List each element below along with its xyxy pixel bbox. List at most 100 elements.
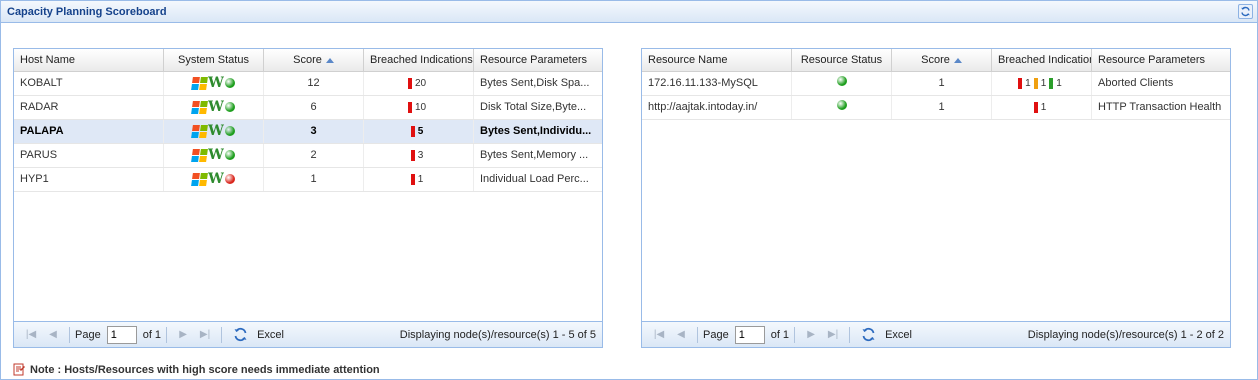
breach-count: 10 — [414, 102, 427, 113]
table-row[interactable]: KOBALT W 12 20 Bytes Sent,Disk Spa... — [14, 72, 602, 96]
next-page-icon[interactable]: ▶ — [175, 327, 191, 343]
params-cell: Disk Total Size,Byte... — [480, 101, 587, 113]
breach-count: 5 — [417, 126, 424, 137]
score-cell: 2 — [264, 144, 364, 167]
system-status-cell: W — [164, 144, 264, 167]
page-number-input[interactable] — [106, 325, 137, 344]
pager-separator — [697, 326, 698, 343]
first-page-icon[interactable]: |◀ — [651, 327, 667, 343]
resource-name-cell[interactable]: http://aajtak.intoday.in/ — [642, 96, 792, 119]
prev-page-icon[interactable]: ◀ — [673, 327, 689, 343]
hosts-grid-body: KOBALT W 12 20 Bytes Sent,Disk Spa... RADAR W 6… — [14, 72, 602, 192]
col-system-status[interactable]: System Status — [164, 49, 264, 72]
score-cell: 1 — [892, 96, 992, 119]
last-page-icon[interactable]: ▶| — [825, 327, 841, 343]
breach-count: 1 — [1025, 78, 1031, 89]
hosts-grid: Host Name System Status Score Breached I… — [13, 48, 603, 348]
breach-count: 20 — [414, 78, 427, 89]
col-breached-indications[interactable]: Breached Indications — [992, 49, 1092, 72]
pager-separator — [166, 326, 168, 343]
col-resource-name[interactable]: Resource Name — [642, 49, 792, 72]
status-dot-icon — [224, 174, 235, 185]
page-count: of 1 — [770, 328, 790, 341]
breach-bar — [407, 78, 412, 89]
table-row[interactable]: http://aajtak.intoday.in/1 1 HTTP Transact… — [642, 96, 1230, 120]
panel-header: Capacity Planning Scoreboard — [1, 1, 1257, 23]
first-page-icon[interactable]: |◀ — [23, 327, 39, 343]
system-status-icons: W — [191, 148, 235, 162]
breached-cell: 111 — [992, 72, 1092, 95]
breach-bar — [410, 150, 415, 161]
prev-page-icon[interactable]: ◀ — [45, 327, 61, 343]
breach-count: 1 — [417, 174, 424, 185]
breached-cell: 3 — [364, 144, 474, 167]
resource-name-cell[interactable]: 172.16.11.133-MySQL — [642, 72, 792, 95]
resources-grid-header: Resource Name Resource Status Score Brea… — [642, 49, 1230, 72]
windows-os-icon — [191, 100, 209, 114]
breached-cell: 20 — [364, 72, 474, 95]
status-dot-icon — [224, 102, 235, 113]
breach-count: 1 — [1056, 78, 1062, 89]
display-summary: Displaying node(s)/resource(s) 1 - 5 of … — [399, 328, 596, 341]
sort-ascending-icon — [953, 57, 962, 63]
page-label: Page — [75, 328, 101, 341]
breach-count: 3 — [417, 150, 424, 161]
table-row[interactable]: RADAR W 6 10 Disk Total Size,Byte... — [14, 96, 602, 120]
breach-bar — [1033, 78, 1038, 89]
col-resource-parameters[interactable]: Resource Parameters — [474, 49, 602, 72]
attention-note: Note : Hosts/Resources with high score n… — [13, 363, 380, 376]
last-page-icon[interactable]: ▶| — [197, 327, 213, 343]
host-name-cell[interactable]: PARUS — [14, 144, 164, 167]
col-score[interactable]: Score — [892, 49, 992, 72]
hosts-grid-header: Host Name System Status Score Breached I… — [14, 49, 602, 72]
host-name-cell[interactable]: HYP1 — [14, 168, 164, 191]
table-row[interactable]: PALAPA W 3 5 Bytes Sent,Individu... — [14, 120, 602, 144]
w-agent-icon: W — [208, 171, 224, 188]
status-dot-icon — [836, 100, 847, 110]
host-name-cell[interactable]: RADAR — [14, 96, 164, 119]
score-cell: 1 — [892, 72, 992, 95]
status-dot-icon — [836, 76, 847, 86]
params-cell: Aborted Clients — [1098, 77, 1174, 89]
breach-bar — [407, 102, 412, 113]
host-name-cell[interactable]: PALAPA — [14, 120, 164, 143]
status-dot-icon — [224, 126, 235, 137]
table-row[interactable]: 172.16.11.133-MySQL 1 1 1 1 Aborted Clients — [642, 72, 1230, 96]
sort-ascending-icon — [325, 57, 334, 63]
host-name-cell[interactable]: KOBALT — [14, 72, 164, 95]
breach-bar — [1049, 78, 1054, 89]
page-label: Page — [703, 328, 729, 341]
col-host-name[interactable]: Host Name — [14, 49, 164, 72]
resources-pager: |◀ ◀ Page of 1 ▶ ▶| Excel Displaying nod… — [642, 321, 1230, 347]
col-resource-parameters[interactable]: Resource Parameters — [1092, 49, 1230, 72]
params-cell: Bytes Sent,Individu... — [480, 125, 592, 137]
table-row[interactable]: PARUS W 2 3 Bytes Sent,Memory ... — [14, 144, 602, 168]
excel-export-button[interactable]: Excel — [885, 329, 912, 341]
next-page-icon[interactable]: ▶ — [803, 327, 819, 343]
refresh-panel-icon[interactable] — [1238, 4, 1253, 19]
refresh-grid-icon[interactable] — [859, 326, 877, 344]
col-score[interactable]: Score — [264, 49, 364, 72]
windows-os-icon — [191, 172, 209, 186]
system-status-cell: W — [164, 120, 264, 143]
params-cell: Bytes Sent,Memory ... — [480, 149, 589, 161]
windows-os-icon — [191, 124, 209, 138]
excel-export-button[interactable]: Excel — [257, 329, 284, 341]
col-resource-status[interactable]: Resource Status — [792, 49, 892, 72]
col-breached-indications[interactable]: Breached Indications — [364, 49, 474, 72]
windows-os-icon — [191, 148, 209, 162]
scoreboard-panel: Capacity Planning Scoreboard Host Name S… — [0, 0, 1258, 380]
system-status-cell: W — [164, 96, 264, 119]
breach-bar — [410, 126, 415, 137]
page-number-input[interactable] — [734, 325, 765, 344]
system-status-icons: W — [191, 171, 235, 188]
display-summary: Displaying node(s)/resource(s) 1 - 2 of … — [1027, 328, 1224, 341]
table-row[interactable]: HYP1 W 1 1 Individual Load Perc... — [14, 168, 602, 192]
resource-status-cell — [792, 96, 892, 119]
w-agent-icon: W — [208, 75, 224, 92]
breach-bar — [410, 174, 415, 185]
note-icon — [13, 363, 25, 376]
resources-grid: Resource Name Resource Status Score Brea… — [641, 48, 1231, 348]
refresh-grid-icon[interactable] — [231, 326, 249, 344]
pager-separator — [221, 326, 223, 343]
